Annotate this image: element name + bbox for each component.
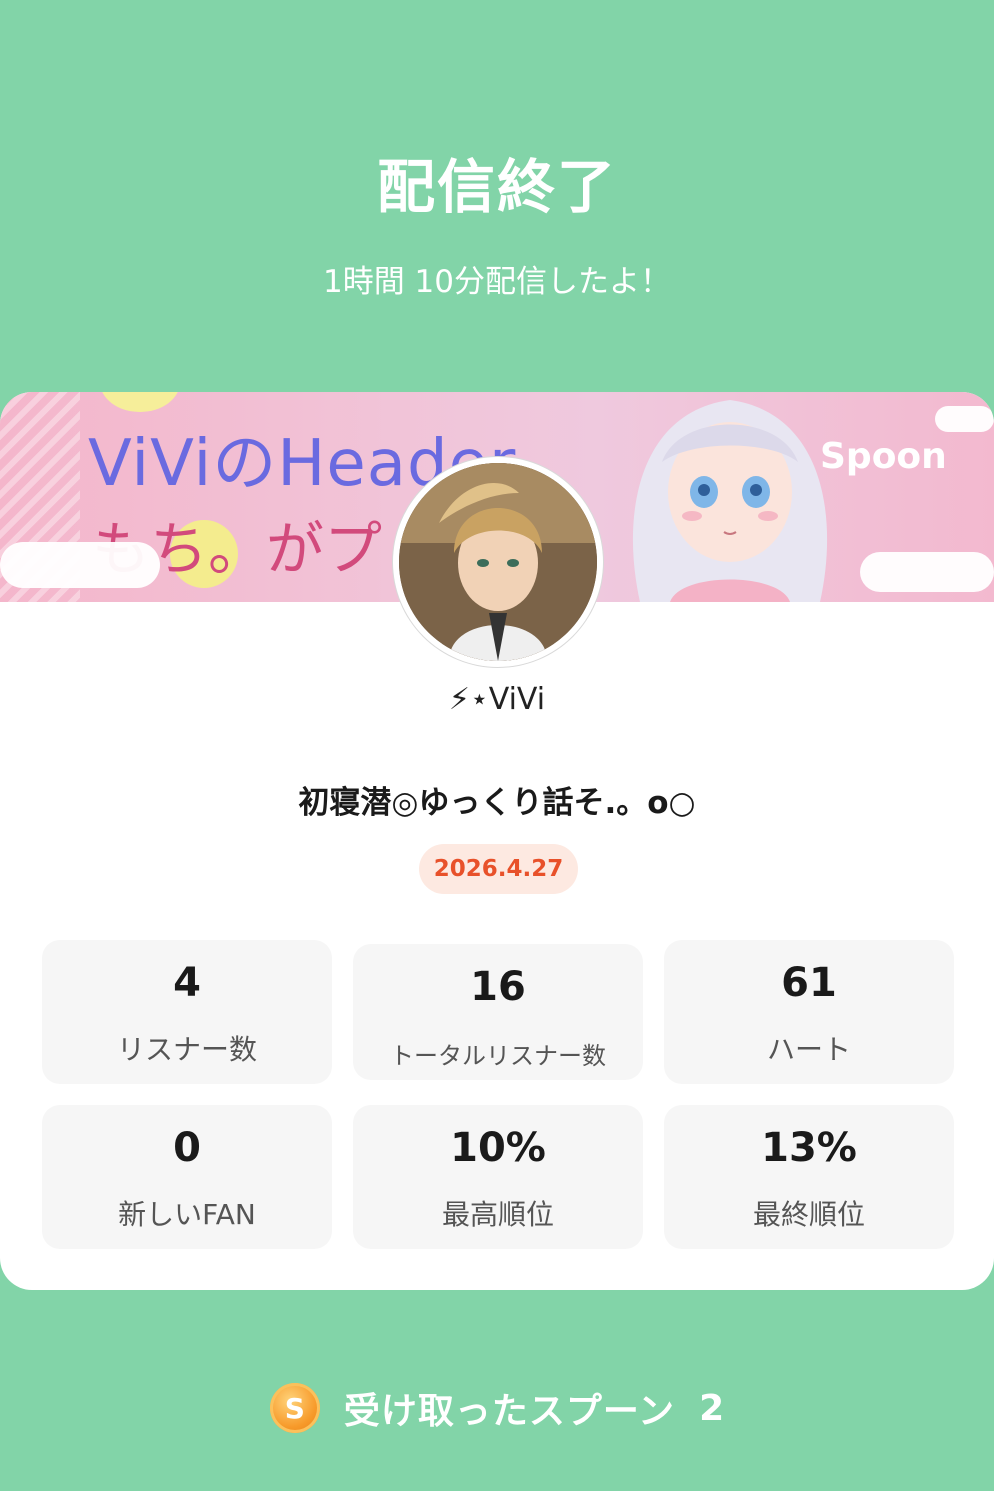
received-spoons-count: 2 xyxy=(699,1387,725,1429)
banner-circle xyxy=(100,392,180,412)
stat-label: トータルリスナー数 xyxy=(390,1042,606,1070)
live-title: 初寝潜◎ゆっくり話そ.。o○ xyxy=(298,785,696,821)
stat-value: 10% xyxy=(450,1125,546,1171)
banner-cloud xyxy=(935,406,994,432)
date-badge: 2026.4.27 xyxy=(419,844,578,894)
page-title: 配信終了 xyxy=(376,153,617,221)
avatar-image xyxy=(399,463,597,661)
stat-label: リスナー数 xyxy=(116,1033,257,1066)
stat-card-highest-rank: 10% 最高順位 xyxy=(353,1105,643,1249)
stat-card-listeners: 4 リスナー数 xyxy=(42,940,332,1084)
spoon-coin-icon: S xyxy=(269,1383,320,1433)
stat-label: ハート xyxy=(766,1033,851,1066)
spoon-brand-logo: Spoon xyxy=(820,436,947,477)
stat-card-final-rank: 13% 最終順位 xyxy=(664,1105,954,1249)
stat-label: 新しいFAN xyxy=(118,1198,256,1231)
summary-card: ViViのHeader もち。がプ Spoon ⚡︎⋆ViVi 初寝潜◎ゆっくり… xyxy=(0,392,994,1290)
banner-cloud xyxy=(860,552,994,592)
avatar[interactable] xyxy=(393,457,603,667)
stat-value: 13% xyxy=(761,1125,857,1171)
stat-value: 4 xyxy=(173,960,201,1006)
banner-character-illustration xyxy=(632,400,828,602)
stat-card-new-fans: 0 新しいFAN xyxy=(42,1105,332,1249)
stat-label: 最終順位 xyxy=(752,1198,865,1231)
username: ⚡︎⋆ViVi xyxy=(448,682,546,717)
stat-value: 0 xyxy=(173,1125,201,1171)
received-spoons: S 受け取ったスプーン 2 xyxy=(0,1380,994,1436)
stat-value: 16 xyxy=(470,964,526,1010)
stat-value: 61 xyxy=(781,960,837,1006)
stat-card-total-listeners: 16 トータルリスナー数 xyxy=(353,944,643,1080)
banner-cloud xyxy=(0,542,160,588)
received-spoons-label: 受け取ったスプーン xyxy=(343,1391,676,1432)
broadcast-duration: 1時間 10分配信したよ！ xyxy=(322,264,672,300)
stat-label: 最高順位 xyxy=(441,1198,554,1231)
stat-card-hearts: 61 ハート xyxy=(664,940,954,1084)
